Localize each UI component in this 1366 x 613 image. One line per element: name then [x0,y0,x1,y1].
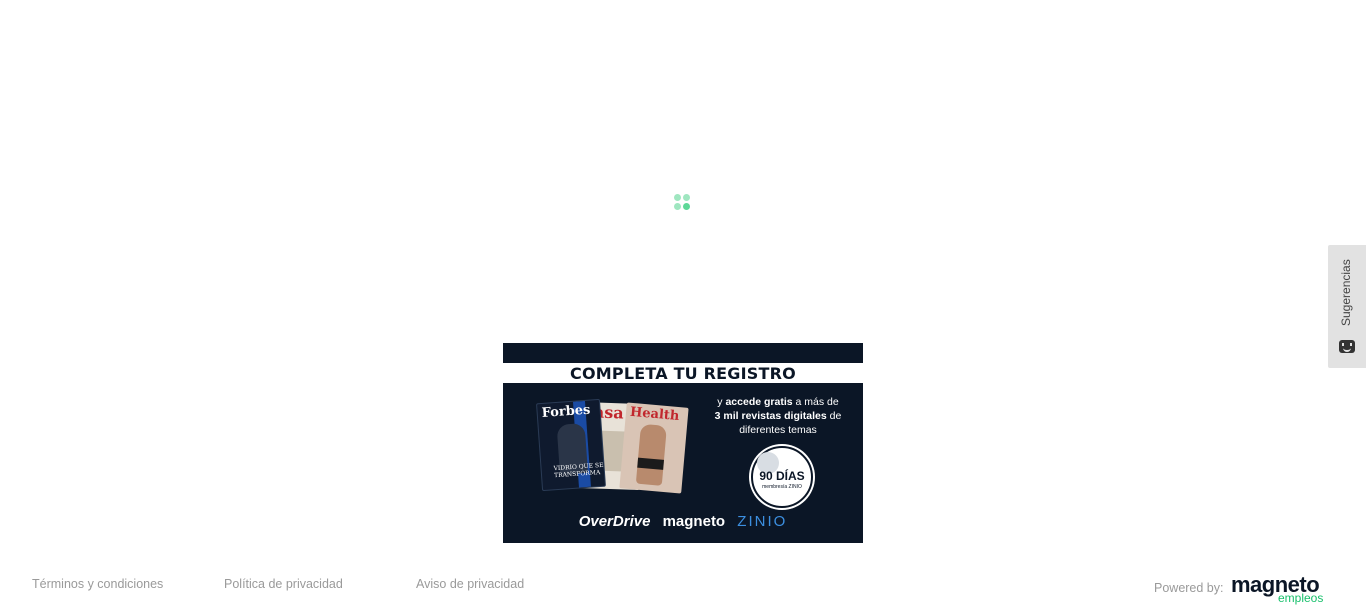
magazine-covers: casa Health Forbes VIDRIO QUE SE TRANSFO… [533,397,693,497]
loader-dot [674,203,681,210]
magneto-logo: magneto [662,513,726,530]
cover-image [635,423,667,486]
cover-image [637,457,664,470]
page: COMPLETA TU REGISTRO casa Health Forbes … [0,0,1366,613]
suggestions-label: Sugerencias [1339,259,1353,327]
magazine-title: Health [629,404,680,425]
badge-sub: membresía ZINIO [762,484,802,490]
loader-dot [683,194,690,201]
zinio-logo: ZINIO [737,513,788,530]
powered-by-label: Powered by: [1154,581,1224,595]
registration-promo-banner[interactable]: COMPLETA TU REGISTRO casa Health Forbes … [503,343,863,543]
suggestions-tab[interactable]: Sugerencias [1328,245,1366,368]
promo-text-bold: accede gratis [725,396,793,408]
magneto-empleos-logo[interactable]: magneto empleos [1231,573,1331,607]
privacy-policy-link[interactable]: Política de privacidad [224,577,343,591]
loader-dot [674,194,681,201]
feedback-face-icon [1339,340,1355,353]
loading-dots-icon [674,194,692,212]
partner-logos: OverDrive magneto ZINIO [503,511,863,533]
loader-dot [683,203,690,210]
terms-link[interactable]: Términos y condiciones [32,577,163,591]
promo-text-bold: 3 mil revistas digitales [714,410,827,422]
cover-caption: VIDRIO QUE SE TRANSFORMA [553,461,604,480]
promo-text: y accede gratis a más de 3 mil revistas … [698,395,858,437]
privacy-notice-link[interactable]: Aviso de privacidad [416,577,524,591]
promo-line-3: diferentes temas [739,424,817,436]
logo-subtitle: empleos [1278,591,1324,605]
overdrive-logo: OverDrive [578,513,651,530]
promo-line-2: 3 mil revistas digitales de [698,409,858,423]
magazine-cover-forbes: Forbes VIDRIO QUE SE TRANSFORMA [536,398,606,492]
membership-badge: 90 DÍAS membresía ZINIO [751,446,813,508]
magazine-cover-health: Health [619,402,689,494]
promo-text-part: de [826,410,842,422]
promo-text-part: a más de [792,396,839,408]
badge-main: 90 DÍAS [759,469,805,483]
promo-line-1: y accede gratis a más de [698,395,858,409]
banner-headline: COMPLETA TU REGISTRO [570,364,796,383]
